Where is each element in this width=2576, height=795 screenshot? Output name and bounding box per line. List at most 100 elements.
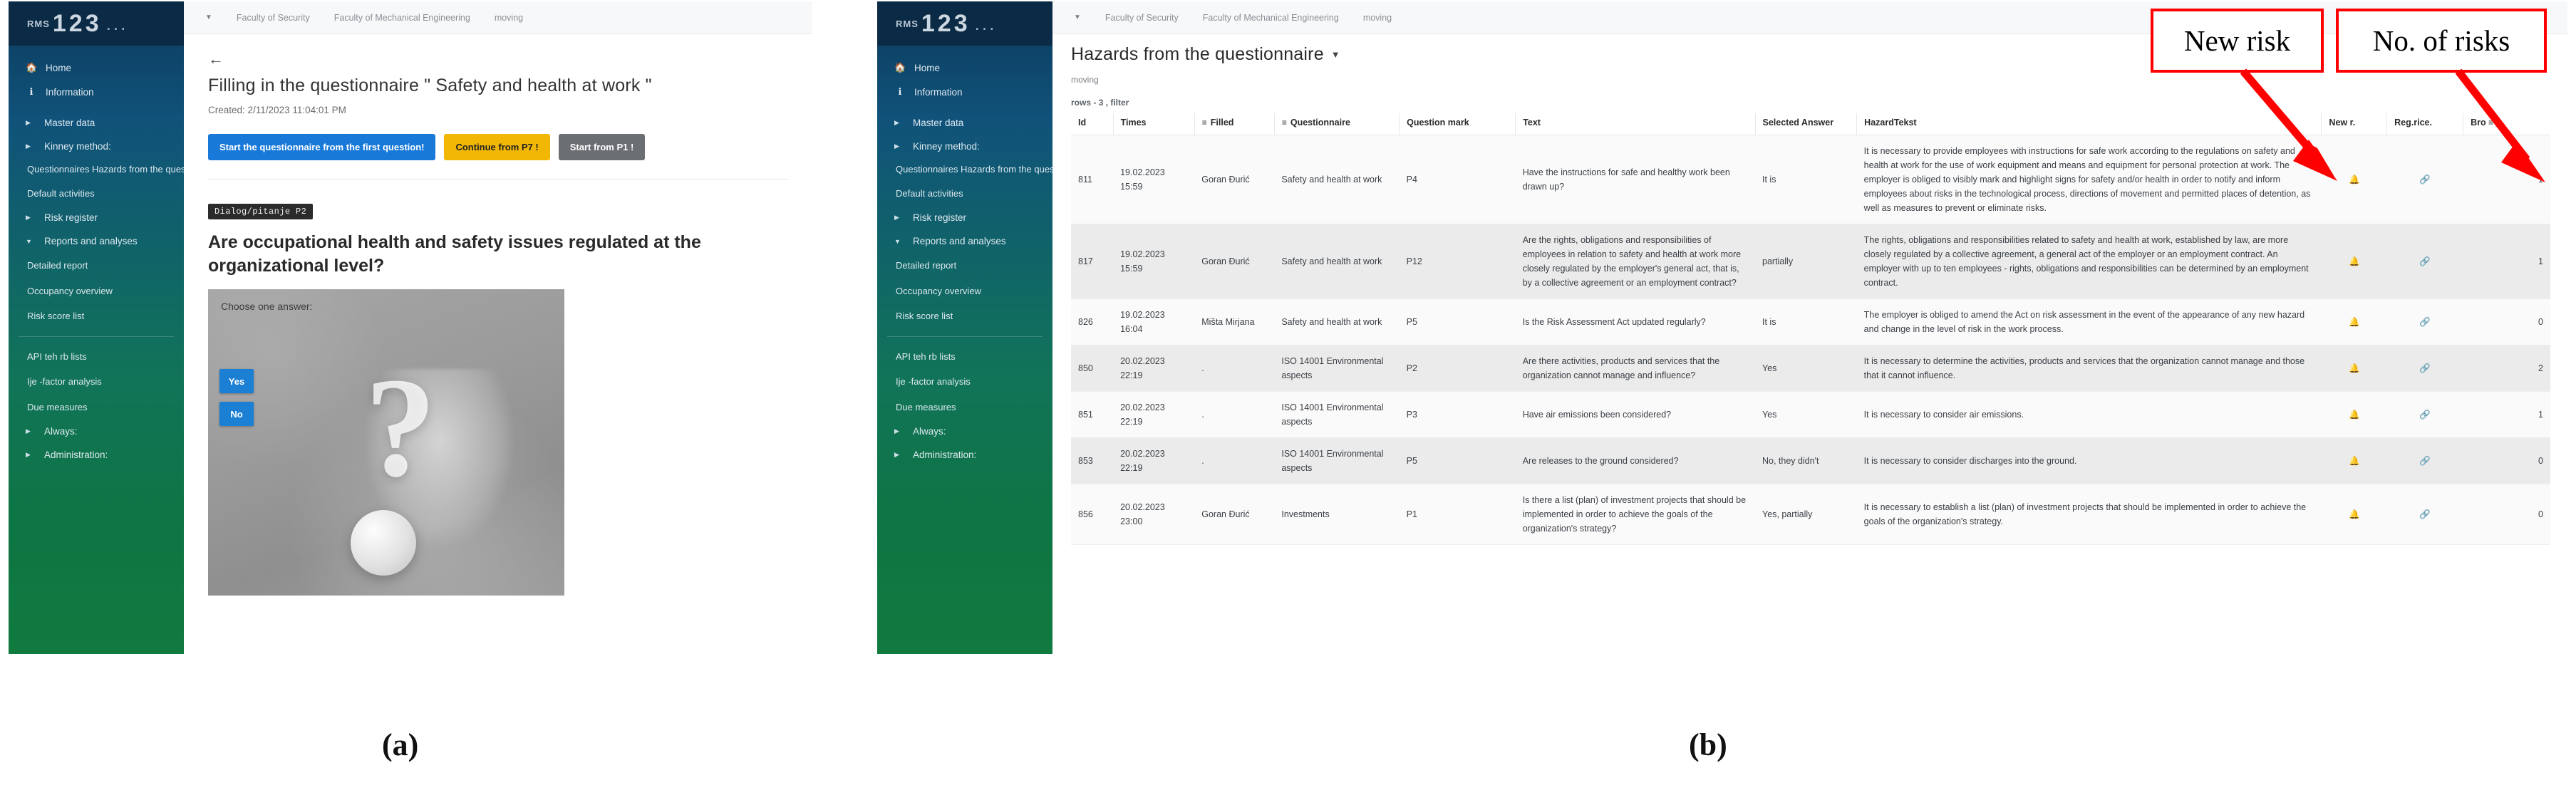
- sidebar-item-risk-register[interactable]: ▶ Risk register: [877, 206, 1052, 229]
- breadcrumb-item-0[interactable]: Faculty of Security: [1105, 13, 1179, 23]
- cell-questionnaire-link[interactable]: Safety and health at work: [1274, 224, 1399, 299]
- sidebar-item-default-activities[interactable]: Default activities: [877, 181, 1052, 207]
- breadcrumb-item-1[interactable]: Faculty of Mechanical Engineering: [334, 13, 470, 23]
- cell-questionnaire-link[interactable]: Investments: [1274, 484, 1399, 545]
- cell-new-risk-action[interactable]: 🔔: [2322, 392, 2387, 438]
- sidebar-item-administration[interactable]: ▶ Administration:: [9, 443, 184, 467]
- sidebar-item-occupancy-overview[interactable]: Occupancy overview: [9, 279, 184, 304]
- continue-from-p7-button[interactable]: Continue from P7 !: [444, 134, 549, 160]
- cell-hazard-text: It is necessary to determine the activit…: [1857, 345, 2322, 392]
- table-row[interactable]: 853 20.02.2023 22:19 . ISO 14001 Environ…: [1071, 438, 2550, 484]
- cell-new-risk-action[interactable]: 🔔: [2322, 299, 2387, 345]
- column-header-question-mark[interactable]: Question mark: [1400, 113, 1516, 135]
- link-icon[interactable]: 🔗: [2419, 410, 2431, 420]
- app-logo[interactable]: RMS 123 ...: [877, 1, 1052, 46]
- link-icon[interactable]: 🔗: [2419, 456, 2431, 466]
- answer-no-button[interactable]: No: [219, 402, 254, 426]
- cell-new-risk-action[interactable]: 🔔: [2322, 345, 2387, 392]
- breadcrumb-item-2[interactable]: moving: [1363, 13, 1392, 23]
- sidebar-item-information[interactable]: ℹ Information: [9, 80, 184, 104]
- table-row[interactable]: 856 20.02.2023 23:00 Goran Đurić Investm…: [1071, 484, 2550, 545]
- cell-reg-risk-action[interactable]: 🔗: [2387, 345, 2463, 392]
- breadcrumb-item-0[interactable]: Faculty of Security: [237, 13, 310, 23]
- start-from-first-question-button[interactable]: Start the questionnaire from the first q…: [208, 134, 435, 160]
- sidebar-item-home[interactable]: 🏠 Home: [9, 56, 184, 80]
- sidebar-item-questionnaires-hazards[interactable]: Questionnaires Hazards from the question…: [9, 158, 184, 181]
- cell-questionnaire-link[interactable]: Safety and health at work: [1274, 135, 1399, 224]
- answer-yes-button[interactable]: Yes: [219, 369, 254, 393]
- sidebar-item-questionnaires-hazards[interactable]: Questionnaires Hazards from the question…: [877, 158, 1052, 181]
- chevron-down-icon[interactable]: ▼: [205, 14, 212, 21]
- sidebar-item-detailed-report[interactable]: Detailed report: [877, 253, 1052, 279]
- sidebar-item-factor-analysis[interactable]: Ije -factor analysis: [9, 369, 184, 395]
- menu-icon[interactable]: ≡: [1282, 118, 1287, 128]
- sidebar-item-label: Information: [914, 87, 963, 98]
- breadcrumb-item-1[interactable]: Faculty of Mechanical Engineering: [1203, 13, 1339, 23]
- cell-reg-risk-action[interactable]: 🔗: [2387, 224, 2463, 299]
- column-header-filled[interactable]: ≡Filled: [1194, 113, 1274, 135]
- sidebar-item-factor-analysis[interactable]: Ije -factor analysis: [877, 369, 1052, 395]
- cell-new-risk-action[interactable]: 🔔: [2322, 438, 2387, 484]
- cell-questionnaire-link[interactable]: ISO 14001 Environmental aspects: [1274, 392, 1399, 438]
- table-row[interactable]: 850 20.02.2023 22:19 . ISO 14001 Environ…: [1071, 345, 2550, 392]
- cell-reg-risk-action[interactable]: 🔗: [2387, 438, 2463, 484]
- sidebar-item-master-data[interactable]: ▶ Master data: [877, 111, 1052, 135]
- bell-icon[interactable]: 🔔: [2349, 410, 2360, 420]
- sidebar-item-reports-and-analyses[interactable]: ▼ Reports and analyses: [877, 229, 1052, 253]
- sidebar-item-due-measures[interactable]: Due measures: [9, 395, 184, 420]
- table-row[interactable]: 826 19.02.2023 16:04 Mišta Mirjana Safet…: [1071, 299, 2550, 345]
- table-row[interactable]: 817 19.02.2023 15:59 Goran Đurić Safety …: [1071, 224, 2550, 299]
- sidebar-item-detailed-report[interactable]: Detailed report: [9, 253, 184, 279]
- bell-icon[interactable]: 🔔: [2349, 317, 2360, 327]
- app-logo[interactable]: RMS 123 ...: [9, 1, 184, 46]
- sidebar-item-api-teh-rb-lists[interactable]: API teh rb lists: [9, 344, 184, 370]
- sidebar-item-risk-register[interactable]: ▶ Risk register: [9, 206, 184, 229]
- cell-reg-risk-action[interactable]: 🔗: [2387, 299, 2463, 345]
- sidebar-item-administration[interactable]: ▶ Administration:: [877, 443, 1052, 467]
- link-icon[interactable]: 🔗: [2419, 509, 2431, 519]
- spacer: [9, 104, 184, 111]
- breadcrumb-item-2[interactable]: moving: [495, 13, 523, 23]
- column-header-times[interactable]: Times: [1113, 113, 1194, 135]
- column-header-selected-answer[interactable]: Selected Answer: [1755, 113, 1857, 135]
- link-icon[interactable]: 🔗: [2419, 256, 2431, 266]
- sidebar-item-kinney-method[interactable]: ▶ Kinney method:: [877, 135, 1052, 158]
- table-row[interactable]: 851 20.02.2023 22:19 . ISO 14001 Environ…: [1071, 392, 2550, 438]
- sidebar-item-kinney-method[interactable]: ▶ Kinney method:: [9, 135, 184, 158]
- sidebar-item-api-teh-rb-lists[interactable]: API teh rb lists: [877, 344, 1052, 370]
- cell-reg-risk-action[interactable]: 🔗: [2387, 392, 2463, 438]
- cell-new-risk-action[interactable]: 🔔: [2322, 224, 2387, 299]
- cell-reg-risk-action[interactable]: 🔗: [2387, 484, 2463, 545]
- sidebar-item-risk-score-list[interactable]: Risk score list: [9, 303, 184, 329]
- sidebar-item-master-data[interactable]: ▶ Master data: [9, 111, 184, 135]
- sidebar-item-due-measures[interactable]: Due measures: [877, 395, 1052, 420]
- sidebar-item-occupancy-overview[interactable]: Occupancy overview: [877, 279, 1052, 304]
- link-icon[interactable]: 🔗: [2419, 317, 2431, 327]
- chevron-down-icon[interactable]: ▼: [1331, 49, 1340, 60]
- link-icon[interactable]: 🔗: [2419, 363, 2431, 373]
- start-from-p1-button[interactable]: Start from P1 !: [559, 134, 646, 160]
- sidebar-item-risk-score-list[interactable]: Risk score list: [877, 303, 1052, 329]
- sidebar-item-always[interactable]: ▶ Always:: [877, 420, 1052, 443]
- bell-icon[interactable]: 🔔: [2349, 456, 2360, 466]
- sidebar-item-information[interactable]: ℹ Information: [877, 80, 1052, 104]
- back-arrow-icon[interactable]: ←: [208, 50, 224, 68]
- sidebar-item-reports-and-analyses[interactable]: ▼ Reports and analyses: [9, 229, 184, 253]
- sidebar-item-default-activities[interactable]: Default activities: [9, 181, 184, 207]
- cell-new-risk-action[interactable]: 🔔: [2322, 484, 2387, 545]
- cell-questionnaire-link[interactable]: Safety and health at work: [1274, 299, 1399, 345]
- sidebar-item-home[interactable]: 🏠 Home: [877, 56, 1052, 80]
- chevron-down-icon[interactable]: ▼: [1074, 14, 1081, 21]
- column-header-questionnaire[interactable]: ≡Questionnaire: [1274, 113, 1399, 135]
- sidebar-nav-a: 🏠 Home ℹ Information ▶ Master data ▶ Kin…: [9, 46, 184, 467]
- menu-icon[interactable]: ≡: [1202, 118, 1207, 128]
- column-header-text[interactable]: Text: [1516, 113, 1755, 135]
- cell-selected-answer: Yes: [1755, 345, 1857, 392]
- bell-icon[interactable]: 🔔: [2349, 256, 2360, 266]
- column-header-id[interactable]: Id: [1071, 113, 1113, 135]
- bell-icon[interactable]: 🔔: [2349, 509, 2360, 519]
- cell-questionnaire-link[interactable]: ISO 14001 Environmental aspects: [1274, 345, 1399, 392]
- bell-icon[interactable]: 🔔: [2349, 363, 2360, 373]
- cell-questionnaire-link[interactable]: ISO 14001 Environmental aspects: [1274, 438, 1399, 484]
- sidebar-item-always[interactable]: ▶ Always:: [9, 420, 184, 443]
